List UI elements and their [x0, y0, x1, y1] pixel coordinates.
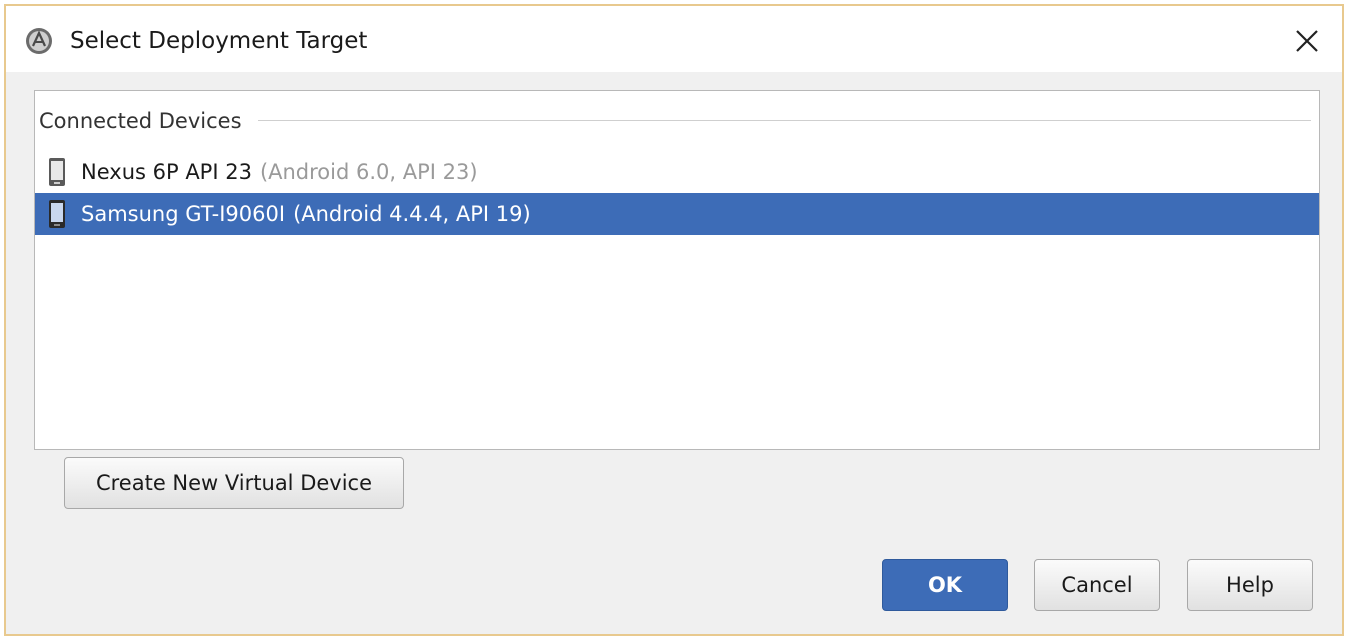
- close-icon: [1296, 30, 1318, 52]
- phone-icon: [49, 200, 65, 228]
- device-row-nexus-6p[interactable]: Nexus 6P API 23 (Android 6.0, API 23): [35, 151, 1319, 193]
- phone-icon: [49, 158, 65, 186]
- device-list: Nexus 6P API 23 (Android 6.0, API 23) Sa…: [35, 151, 1319, 235]
- android-studio-icon: [24, 26, 54, 56]
- device-meta: (Android 4.4.4, API 19): [293, 202, 531, 226]
- device-name: Nexus 6P API 23: [81, 160, 252, 184]
- connected-devices-title: Connected Devices: [39, 109, 242, 133]
- device-meta: (Android 6.0, API 23): [259, 160, 478, 184]
- connected-devices-header: Connected Devices: [39, 109, 1311, 133]
- help-button[interactable]: Help: [1187, 559, 1313, 611]
- device-panel: Connected Devices Nexus 6P API 23 (Andro…: [34, 90, 1320, 450]
- create-new-virtual-device-button[interactable]: Create New Virtual Device: [64, 457, 404, 509]
- title-bar: Select Deployment Target: [6, 6, 1342, 72]
- cancel-button[interactable]: Cancel: [1034, 559, 1160, 611]
- ok-button[interactable]: OK: [882, 559, 1008, 611]
- select-deployment-target-dialog: Select Deployment Target Connected Devic…: [4, 4, 1344, 636]
- device-row-samsung-gt-i9060i[interactable]: Samsung GT-I9060I (Android 4.4.4, API 19…: [35, 193, 1319, 235]
- device-name: Samsung GT-I9060I: [81, 202, 286, 226]
- dialog-title: Select Deployment Target: [70, 28, 368, 54]
- close-button[interactable]: [1286, 20, 1328, 62]
- group-divider: [257, 120, 1311, 122]
